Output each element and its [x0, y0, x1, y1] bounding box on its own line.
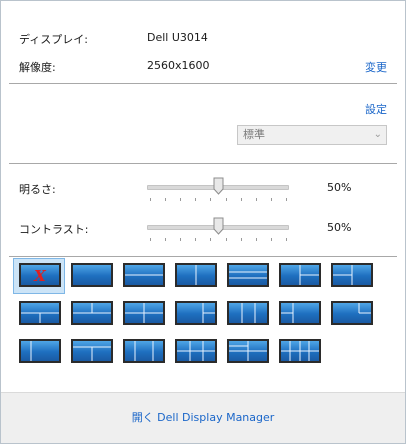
ddm-panel: ディスプレイ: Dell U3014 解像度: 2560x1600 変更 設定 …: [0, 0, 406, 444]
layout-preview: [333, 265, 353, 285]
slider-tick: [255, 238, 257, 241]
layout-option-wide-center[interactable]: [123, 339, 165, 363]
resolution-label: 解像度:: [19, 61, 56, 74]
divider: [9, 256, 397, 257]
layout-preview: [202, 303, 215, 323]
layout-option-six-grid[interactable]: [175, 339, 217, 363]
resolution-value: 2560x1600: [147, 59, 210, 72]
preset-mode-value: 標準: [243, 128, 265, 141]
slider-tick: [286, 198, 287, 201]
slider-tick: [270, 238, 272, 241]
layout-option-top-bottom[interactable]: [123, 263, 165, 287]
layout-preview: [358, 303, 371, 314]
layout-option-right-half-left-split[interactable]: [331, 263, 373, 287]
layout-option-columns-four[interactable]: [279, 339, 321, 363]
display-value: Dell U3014: [147, 31, 208, 44]
layout-preview: [177, 341, 215, 361]
contrast-label: コントラスト:: [19, 223, 89, 236]
slider-tick: [225, 198, 227, 201]
slider-tick: [180, 198, 182, 201]
slider-tick: [210, 238, 212, 241]
display-label: ディスプレイ:: [19, 33, 88, 46]
slider-thumb[interactable]: [213, 177, 224, 195]
layout-preview: [30, 341, 32, 361]
layout-preview: [281, 341, 319, 361]
slider-tick: [210, 198, 212, 201]
footer-bar: 開く Dell Display Manager: [1, 392, 405, 443]
slider-tick: [270, 198, 272, 201]
layout-option-bottom-half-top-split[interactable]: [71, 301, 113, 325]
layout-preview: [125, 274, 163, 276]
layout-preview: [73, 303, 111, 314]
slider-tick: [255, 198, 257, 201]
layout-option-top-half-bottom-split[interactable]: [19, 301, 61, 325]
close-x-icon: X: [33, 267, 47, 285]
contrast-percent: 50%: [327, 221, 352, 234]
slider-tick: [225, 238, 227, 241]
chevron-down-icon: ⌄: [373, 129, 382, 140]
divider: [9, 83, 397, 84]
layout-option-quad[interactable]: [123, 301, 165, 325]
layout-option-single-right-corner[interactable]: [331, 301, 373, 325]
preset-mode-select[interactable]: 標準 ⌄: [237, 125, 387, 145]
layout-option-left-two-right-wide[interactable]: [279, 301, 321, 325]
layout-preview: [229, 341, 267, 361]
brightness-percent: 50%: [327, 181, 352, 194]
slider-tick: [240, 238, 242, 241]
slider-tick: [165, 198, 167, 201]
layout-option-wide-left-two-right[interactable]: [175, 301, 217, 325]
layout-option-quad-wide[interactable]: [227, 339, 269, 363]
change-resolution-link[interactable]: 変更: [365, 59, 387, 75]
slider-tick: [165, 238, 167, 241]
layout-preview: [125, 303, 163, 323]
divider: [9, 163, 397, 164]
settings-link[interactable]: 設定: [365, 101, 387, 117]
layout-preview: [73, 265, 111, 285]
layout-preview: [299, 265, 319, 285]
slider-tick: [240, 198, 242, 201]
layout-preview: [73, 346, 111, 361]
layout-preview: [195, 265, 197, 285]
layout-option-full[interactable]: [71, 263, 113, 287]
layout-option-three-rows[interactable]: [227, 263, 269, 287]
layout-option-left-narrow[interactable]: [19, 339, 61, 363]
slider-tick: [150, 198, 151, 201]
open-ddm-link[interactable]: 開く Dell Display Manager: [1, 409, 405, 425]
layout-preview: X: [33, 267, 47, 285]
slider-ticks: [147, 238, 289, 242]
contrast-slider[interactable]: [147, 217, 289, 243]
layout-option-three-columns[interactable]: [227, 301, 269, 325]
slider-thumb[interactable]: [213, 217, 224, 235]
layout-option-split-with-top-strip[interactable]: [71, 339, 113, 363]
slider-tick: [286, 238, 287, 241]
layout-preview: [229, 271, 267, 279]
layout-preview: [134, 341, 154, 361]
layout-preview: [241, 303, 256, 323]
slider-tick: [195, 198, 197, 201]
layout-preview: [21, 312, 59, 323]
layout-option-left-half-right-split[interactable]: [279, 263, 321, 287]
layout-preview: [281, 303, 294, 323]
layout-option-left-right[interactable]: [175, 263, 217, 287]
slider-tick: [180, 238, 182, 241]
slider-tick: [150, 238, 151, 241]
slider-tick: [195, 238, 197, 241]
brightness-label: 明るさ:: [19, 183, 56, 196]
layout-option-none[interactable]: X: [19, 263, 61, 287]
slider-ticks: [147, 198, 289, 202]
brightness-slider[interactable]: [147, 177, 289, 203]
